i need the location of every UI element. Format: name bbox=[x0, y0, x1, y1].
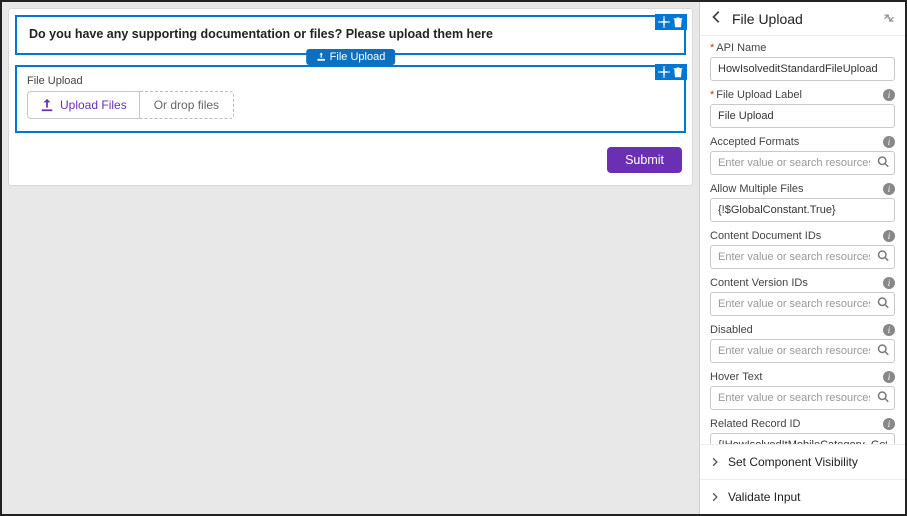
search-icon[interactable] bbox=[877, 250, 889, 265]
accepted-formats-input[interactable] bbox=[710, 151, 895, 175]
section-validate-input[interactable]: Validate Input bbox=[700, 479, 905, 514]
info-icon[interactable]: i bbox=[883, 183, 895, 195]
upload-row: Upload Files Or drop files bbox=[27, 91, 674, 119]
screen-container: Do you have any supporting documentation… bbox=[8, 8, 693, 186]
move-icon[interactable] bbox=[658, 66, 670, 78]
drop-zone[interactable]: Or drop files bbox=[140, 91, 234, 119]
component-actions bbox=[655, 64, 687, 80]
api-name-input[interactable] bbox=[710, 57, 895, 81]
field-related-record-id: Related Record ID i bbox=[710, 418, 895, 444]
field-label: Hover Text bbox=[710, 371, 762, 383]
field-label: Content Document IDs bbox=[710, 230, 821, 242]
file-upload-box: File Upload Upload Files Or drop files bbox=[15, 65, 686, 133]
panel-header: File Upload bbox=[700, 2, 905, 36]
submit-label: Submit bbox=[625, 153, 664, 167]
file-upload-component[interactable]: File Upload Upload Files Or drop files bbox=[15, 65, 686, 133]
chevron-right-icon bbox=[710, 492, 720, 502]
field-label: API Name bbox=[716, 42, 766, 54]
field-label: Allow Multiple Files bbox=[710, 183, 804, 195]
field-hover-text: Hover Text i bbox=[710, 371, 895, 410]
delete-icon[interactable] bbox=[672, 66, 684, 78]
search-icon[interactable] bbox=[877, 344, 889, 359]
properties-panel: File Upload *API Name *File Upload Label… bbox=[699, 2, 905, 514]
drop-zone-label: Or drop files bbox=[154, 98, 219, 112]
content-document-ids-input[interactable] bbox=[710, 245, 895, 269]
expand-icon[interactable] bbox=[883, 11, 895, 27]
footer-row: Submit bbox=[15, 137, 686, 173]
info-icon[interactable]: i bbox=[883, 371, 895, 383]
related-record-id-input[interactable] bbox=[710, 433, 895, 444]
upload-files-button[interactable]: Upload Files bbox=[27, 91, 140, 119]
field-label: Disabled bbox=[710, 324, 753, 336]
component-type-chip: File Upload bbox=[306, 49, 396, 65]
info-icon[interactable]: i bbox=[883, 89, 895, 101]
info-icon[interactable]: i bbox=[883, 277, 895, 289]
hover-text-input[interactable] bbox=[710, 386, 895, 410]
section-label: Set Component Visibility bbox=[728, 455, 858, 469]
component-type-label: File Upload bbox=[330, 51, 386, 63]
field-api-name: *API Name bbox=[710, 42, 895, 81]
field-label: File Upload Label bbox=[716, 89, 802, 101]
search-icon[interactable] bbox=[877, 156, 889, 171]
info-icon[interactable]: i bbox=[883, 418, 895, 430]
panel-title: File Upload bbox=[732, 11, 803, 27]
section-label: Validate Input bbox=[728, 490, 801, 504]
field-disabled: Disabled i bbox=[710, 324, 895, 363]
field-label: Related Record ID bbox=[710, 418, 801, 430]
field-allow-multiple: Allow Multiple Files i bbox=[710, 183, 895, 222]
info-icon[interactable]: i bbox=[883, 136, 895, 148]
delete-icon[interactable] bbox=[672, 16, 684, 28]
section-set-component-visibility[interactable]: Set Component Visibility bbox=[700, 444, 905, 479]
field-content-version-ids: Content Version IDs i bbox=[710, 277, 895, 316]
info-icon[interactable]: i bbox=[883, 230, 895, 242]
component-actions bbox=[655, 14, 687, 30]
search-icon[interactable] bbox=[877, 297, 889, 312]
allow-multiple-input[interactable] bbox=[710, 198, 895, 222]
move-icon[interactable] bbox=[658, 16, 670, 28]
file-upload-label-input[interactable] bbox=[710, 104, 895, 128]
disabled-input[interactable] bbox=[710, 339, 895, 363]
upload-icon bbox=[40, 98, 54, 112]
field-label: Content Version IDs bbox=[710, 277, 808, 289]
screen-canvas: Do you have any supporting documentation… bbox=[2, 2, 699, 514]
field-label: Accepted Formats bbox=[710, 136, 799, 148]
back-icon[interactable] bbox=[710, 10, 724, 27]
file-upload-label: File Upload bbox=[27, 75, 674, 87]
display-text-content: Do you have any supporting documentation… bbox=[29, 27, 672, 41]
field-file-upload-label: *File Upload Labeli bbox=[710, 89, 895, 128]
panel-body: *API Name *File Upload Labeli Accepted F… bbox=[700, 36, 905, 444]
info-icon[interactable]: i bbox=[883, 324, 895, 336]
display-text-component[interactable]: Do you have any supporting documentation… bbox=[15, 15, 686, 55]
search-icon[interactable] bbox=[877, 391, 889, 406]
upload-button-label: Upload Files bbox=[60, 98, 127, 112]
content-version-ids-input[interactable] bbox=[710, 292, 895, 316]
field-accepted-formats: Accepted Formats i bbox=[710, 136, 895, 175]
chevron-right-icon bbox=[710, 457, 720, 467]
field-content-document-ids: Content Document IDs i bbox=[710, 230, 895, 269]
submit-button[interactable]: Submit bbox=[607, 147, 682, 173]
